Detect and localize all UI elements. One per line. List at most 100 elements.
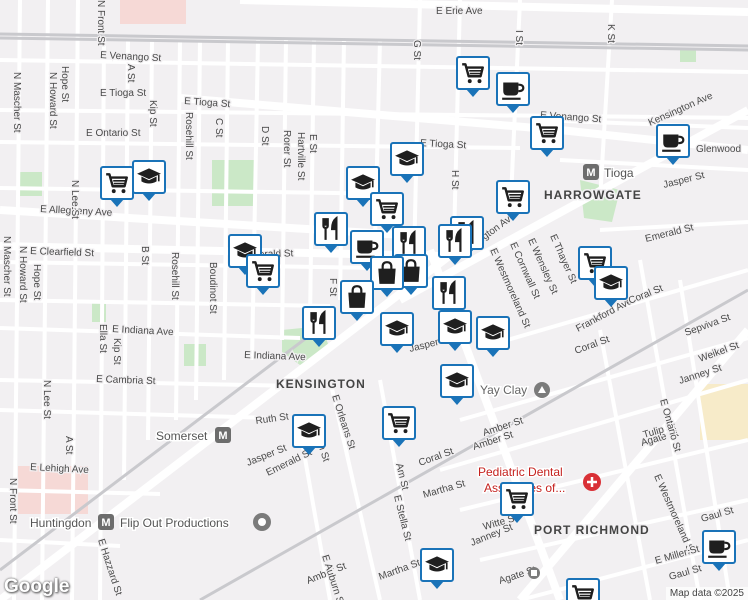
bus-stop-icon[interactable] (528, 567, 540, 579)
landmark-icon-dot (258, 518, 266, 526)
street-label: Sepviva St (683, 312, 732, 339)
cart-icon (500, 184, 526, 210)
street-label: N Mascher St (11, 72, 22, 133)
fork-icon (442, 228, 468, 254)
cap-icon (296, 418, 322, 444)
marker-restaurant[interactable] (302, 306, 336, 347)
marker-grocery[interactable] (496, 180, 530, 221)
subway-icon-letter: M (586, 167, 595, 179)
street-label: Ruth St (255, 411, 290, 427)
marker-cafe[interactable] (656, 124, 690, 165)
street-label: N Mascher St (1, 236, 12, 297)
marker-grocery[interactable] (530, 116, 564, 157)
street-label: Kip St (111, 338, 122, 365)
street-label: Martha St (422, 478, 467, 501)
marker-shopping[interactable] (340, 280, 374, 321)
marker-grocery[interactable] (382, 406, 416, 447)
street-label: I St (513, 30, 524, 45)
transit-station-tioga[interactable]: M Tioga (583, 164, 635, 182)
transit-station-huntingdon[interactable]: M Huntingdon (29, 514, 114, 532)
hospital-area (120, 0, 186, 24)
poi-flip-out-productions[interactable]: Flip Out Productions (119, 513, 271, 532)
poi-label: Flip Out Productions (120, 516, 229, 530)
transit-station-somerset[interactable]: M Somerset (155, 427, 231, 445)
station-label: Somerset (156, 429, 208, 443)
street-label: Glenwood (696, 144, 741, 155)
street-label: C St (213, 118, 224, 138)
area-label-port-richmond: PORT RICHMOND (534, 523, 650, 537)
street-label: Hope St (31, 264, 42, 300)
street-label: F St (327, 278, 338, 297)
marker-grocery[interactable] (566, 578, 600, 600)
google-logo: Google (4, 576, 70, 597)
cap-icon (480, 320, 506, 346)
cap-icon (442, 314, 468, 340)
cap-icon (136, 164, 162, 190)
street-label: B St (139, 246, 150, 265)
street-label: N Front St (7, 478, 18, 524)
cap-icon (424, 552, 450, 578)
marker-grocery[interactable] (100, 166, 134, 207)
street-label: E Tioga St (100, 88, 146, 99)
marker-school[interactable] (380, 312, 414, 353)
subway-icon-letter: M (101, 517, 110, 529)
marker-school[interactable] (440, 364, 474, 405)
marker-cafe[interactable] (702, 530, 736, 571)
marker-school[interactable] (594, 266, 628, 307)
marker-school[interactable] (420, 548, 454, 589)
marker-grocery[interactable] (500, 482, 534, 523)
street-label: Rosehill St (169, 252, 180, 300)
park (680, 50, 696, 62)
cart-icon (570, 582, 596, 600)
marker-school[interactable] (132, 160, 166, 201)
map-attribution[interactable]: Map data ©2025 (665, 587, 748, 600)
map-view[interactable]: E Erie Ave E Venango St E Tioga St E Tio… (0, 0, 748, 600)
marker-restaurant[interactable] (438, 224, 472, 265)
street-label: E Indiana Ave (244, 350, 306, 363)
street-label: N Howard St (47, 72, 58, 129)
street-label: Rosehill St (183, 112, 194, 160)
street-label: Kip St (147, 100, 158, 127)
street-label: E Stella St (391, 494, 413, 542)
cap-icon (444, 368, 470, 394)
street-label: Boudinot St (207, 262, 218, 314)
marker-restaurant[interactable] (314, 212, 348, 253)
fork-icon (396, 230, 422, 256)
street-label: N Lee St (41, 380, 52, 419)
cart-icon (504, 486, 530, 512)
fork-icon (318, 216, 344, 242)
street-label: H St (449, 170, 460, 190)
marker-school[interactable] (390, 142, 424, 183)
bag-icon (344, 284, 370, 310)
street-label: Hartville St (295, 132, 306, 181)
poi-yay-clay[interactable]: Yay Clay (479, 382, 550, 399)
cart-icon (250, 258, 276, 284)
station-label: Tioga (604, 166, 634, 180)
marker-grocery[interactable] (370, 192, 404, 233)
cap-icon (384, 316, 410, 342)
marker-school[interactable] (438, 310, 472, 351)
area-label-kensington: KENSINGTON (276, 377, 366, 391)
street-label: D St (259, 126, 270, 146)
marker-school[interactable] (292, 414, 326, 455)
street-label: N Howard St (17, 246, 28, 303)
street-label: N Lee St (69, 180, 80, 219)
station-label: Huntingdon (30, 516, 91, 530)
bag-icon (374, 260, 400, 286)
marker-restaurant[interactable] (432, 276, 466, 317)
street-label: E Tioga St (184, 96, 231, 110)
marker-grocery[interactable] (456, 56, 490, 97)
street-label: Ella St (97, 324, 108, 353)
poi-label: Pediatric Dental (478, 465, 563, 479)
cart-icon (534, 120, 560, 146)
street-label: Rorer St (281, 130, 292, 167)
street-label: E Indiana Ave (112, 324, 174, 338)
park (212, 160, 256, 206)
marker-shopping[interactable] (370, 256, 404, 297)
cap-icon (598, 270, 624, 296)
marker-cafe[interactable] (496, 72, 530, 113)
marker-grocery[interactable] (246, 254, 280, 295)
street-label: E St (307, 134, 318, 153)
street-label: A St (125, 64, 136, 83)
marker-school[interactable] (476, 316, 510, 357)
